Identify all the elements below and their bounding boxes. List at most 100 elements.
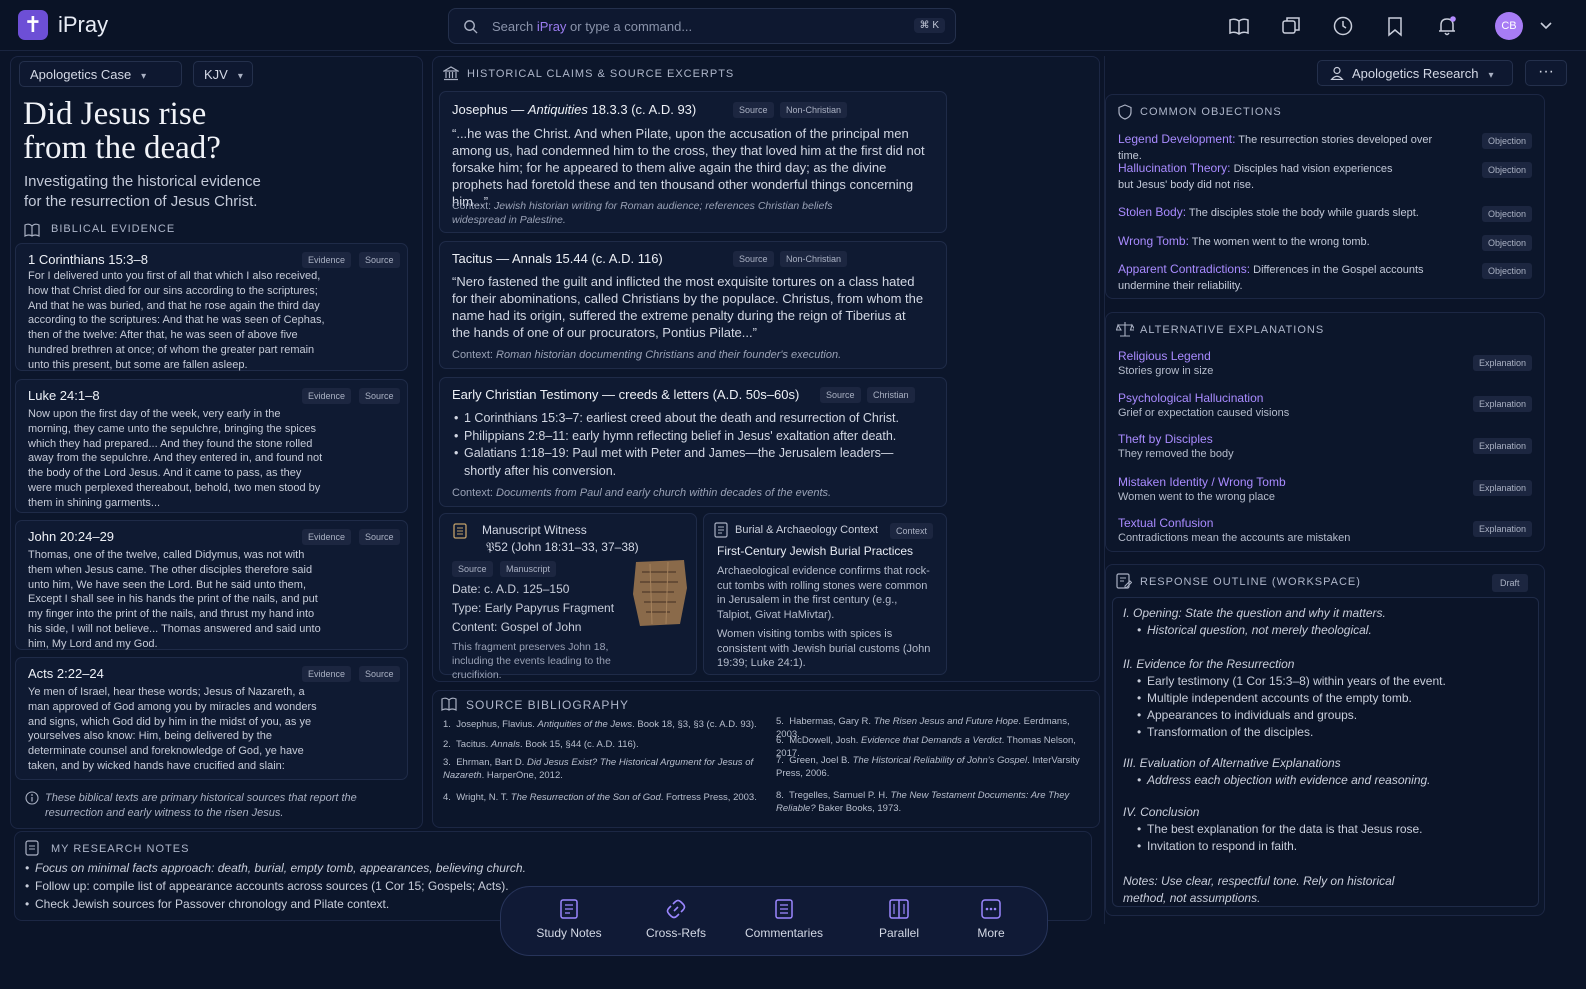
dock-parallel[interactable]: Parallel — [859, 897, 939, 940]
source-tag: Source — [733, 251, 774, 267]
testimony-list: 1 Corinthians 15:3–7: earliest creed abo… — [452, 410, 922, 480]
source-card-tacitus[interactable]: Tacitus — Annals 15.44 (c. A.D. 116) Sou… — [439, 241, 947, 369]
shield-icon — [1118, 104, 1132, 120]
outline-panel: RESPONSE OUTLINE (WORKSPACE) Draft I. Op… — [1105, 564, 1545, 916]
objection-item[interactable]: Apparent Contradictions: Differences in … — [1118, 261, 1532, 294]
non-christian-tag: Non-Christian — [780, 102, 848, 118]
outline-editor[interactable]: I. Opening: State the question and why i… — [1112, 597, 1539, 907]
burial-card[interactable]: Burial & Archaeology Context Context Fir… — [703, 513, 947, 675]
source-title: Early Christian Testimony — creeds & let… — [452, 387, 800, 402]
objections-title: COMMON OBJECTIONS — [1140, 106, 1282, 118]
passage-ref: John 20:24–29 — [28, 529, 115, 544]
note-item: Check Jewish sources for Passover chrono… — [23, 895, 526, 913]
explanation-item[interactable]: Religious Legend Stories grow in size Expl… — [1118, 349, 1532, 377]
dock-cross-refs[interactable]: Cross-Refs — [636, 897, 716, 940]
outline-section: II. Evidence for the ResurrectionEarly t… — [1123, 656, 1446, 741]
explanation-item[interactable]: Textual Confusion Contradictions mean the… — [1118, 516, 1532, 544]
burial-title: First-Century Jewish Burial Practices — [717, 544, 914, 558]
source-title: Josephus — Antiquities 18.3.3 (c. A.D. 9… — [452, 102, 697, 117]
explanation-tag: Explanation — [1472, 396, 1532, 412]
evidence-tag: Evidence — [302, 252, 352, 268]
source-quote: “Nero fastened the guilt and inflicted t… — [452, 274, 924, 340]
outline-section: III. Evaluation of Alternative Explanati… — [1123, 755, 1431, 789]
study-notes-icon — [560, 899, 578, 919]
draft-tag[interactable]: Draft — [1492, 574, 1528, 592]
explanation-item[interactable]: Theft by Disciples They removed the body E… — [1118, 432, 1532, 460]
explanation-tag: Explanation — [1472, 355, 1532, 371]
manuscript-content: Content: Gospel of John — [452, 620, 582, 634]
left-panel: Apologetics Case ▾ KJV ▾ Did Jesus rise fro… — [10, 56, 423, 829]
copy-icon[interactable] — [1280, 15, 1302, 37]
museum-icon — [443, 66, 459, 81]
manuscript-date: Date: c. A.D. 125–150 — [452, 582, 570, 596]
source-tag: Source — [359, 252, 400, 268]
more-button[interactable]: ··· — [1525, 60, 1567, 86]
explanation-item[interactable]: Mistaken Identity / Wrong Tomb Women went… — [1118, 475, 1532, 503]
bibliography-item[interactable]: 8. Tregelles, Samuel P. H. The New Testa… — [776, 789, 1091, 815]
book-icon[interactable] — [1228, 15, 1250, 37]
manuscript-card[interactable]: Manuscript Witness 𝔓52 (John 18:31–33, 3… — [439, 513, 697, 681]
open-book-icon — [441, 697, 457, 711]
case-select[interactable]: Apologetics Case ▾ — [19, 61, 182, 87]
objection-item[interactable]: Stolen Body: The disciples stole the bod… — [1118, 204, 1532, 222]
notes-list[interactable]: Focus on minimal facts approach: death, … — [23, 859, 526, 913]
christian-tag: Christian — [867, 387, 915, 403]
source-quote: “...he was the Christ. And when Pilate, … — [452, 126, 925, 209]
bookmark-icon[interactable] — [1384, 15, 1406, 37]
passage-card[interactable]: John 20:24–29 Evidence Source Thomas, on… — [15, 520, 408, 650]
page-subtitle: Investigating the historical evidence for… — [24, 173, 261, 210]
version-select[interactable]: KJV ▾ — [193, 61, 253, 87]
bibliography-item[interactable]: 3. Ehrman, Bart D. Did Jesus Exist? The … — [443, 756, 773, 782]
document-icon — [714, 522, 728, 538]
passage-card[interactable]: Acts 2:22–24 Evidence Source Ye men of I… — [15, 657, 408, 780]
passage-card[interactable]: Luke 24:1–8 Evidence Source Now upon the… — [15, 379, 408, 513]
chevron-down-icon[interactable] — [1540, 22, 1552, 30]
bell-icon[interactable] — [1436, 15, 1458, 37]
note-item: Focus on minimal facts approach: death, … — [23, 859, 526, 877]
dock-more[interactable]: More — [961, 897, 1021, 940]
chevron-down-icon: ▾ — [141, 71, 147, 82]
alternatives-panel: ALTERNATIVE EXPLANATIONS Religious Legen… — [1105, 312, 1545, 552]
non-christian-tag: Non-Christian — [780, 251, 848, 267]
historical-claims-panel: HISTORICAL CLAIMS & SOURCE EXCERPTS Jose… — [432, 56, 1100, 682]
manuscript-description: This fragment preserves John 18, includi… — [452, 641, 611, 681]
passage-card[interactable]: 1 Corinthians 15:3–8 Evidence Source For… — [15, 243, 408, 371]
bottom-dock: Study Notes Cross-Refs Commentaries Para… — [500, 886, 1048, 956]
edit-note-icon — [1116, 573, 1132, 589]
mode-select[interactable]: Apologetics Research ▾ — [1317, 60, 1513, 86]
avatar[interactable]: CB — [1495, 12, 1523, 40]
objection-tag: Objection — [1481, 162, 1532, 178]
dock-study-notes[interactable]: Study Notes — [529, 897, 609, 940]
objections-panel: COMMON OBJECTIONS Legend Development: Th… — [1105, 94, 1545, 299]
source-context: Context: Documents from Paul and early c… — [452, 487, 832, 499]
commentary-icon — [775, 899, 793, 919]
explanation-item[interactable]: Psychological Hallucination Grief or expe… — [1118, 391, 1532, 419]
source-card-josephus[interactable]: Josephus — Antiquities 18.3.3 (c. A.D. 9… — [439, 91, 947, 233]
info-icon — [25, 791, 39, 805]
search-shortcut: ⌘ K — [913, 18, 945, 33]
app-logo-icon[interactable]: ✝ — [18, 10, 48, 40]
manuscript-type: Type: Early Papyrus Fragment — [452, 601, 615, 615]
source-title: Tacitus — Annals 15.44 (c. A.D. 116) — [452, 251, 663, 266]
bibliography-item[interactable]: 1. Josephus, Flavius. Antiquities of the… — [443, 718, 773, 731]
dock-commentaries[interactable]: Commentaries — [739, 897, 829, 940]
evidence-tag: Evidence — [302, 388, 352, 404]
objection-item[interactable]: Hallucination Theory: Disciples had visi… — [1118, 160, 1532, 193]
bibliography-item[interactable]: 4. Wright, N. T. The Resurrection of the… — [443, 791, 773, 804]
bibliography-item[interactable]: 2. Tacitus. Annals. Book 15, §44 (c. A.D… — [443, 738, 773, 751]
scroll-icon — [453, 523, 467, 539]
alternatives-title: ALTERNATIVE EXPLANATIONS — [1140, 324, 1325, 336]
source-card-early-testimony[interactable]: Early Christian Testimony — creeds & let… — [439, 377, 947, 507]
notes-icon — [25, 840, 39, 856]
footnote: These biblical texts are primary histori… — [45, 792, 357, 819]
source-tag: Source — [359, 388, 400, 404]
history-icon[interactable] — [1332, 15, 1354, 37]
chevron-down-icon: ▾ — [237, 71, 243, 82]
section-title: HISTORICAL CLAIMS & SOURCE EXCERPTS — [467, 68, 735, 80]
objection-tag: Objection — [1481, 263, 1532, 279]
context-tag: Context — [890, 523, 934, 539]
search-input[interactable]: Search iPray or type a command... ⌘ K — [448, 8, 956, 44]
objection-item[interactable]: Wrong Tomb: The women went to the wrong … — [1118, 233, 1532, 251]
source-context: Context: Roman historian documenting Chr… — [452, 349, 842, 361]
bibliography-item[interactable]: 7. Green, Joel B. The Historical Reliabi… — [776, 754, 1091, 780]
